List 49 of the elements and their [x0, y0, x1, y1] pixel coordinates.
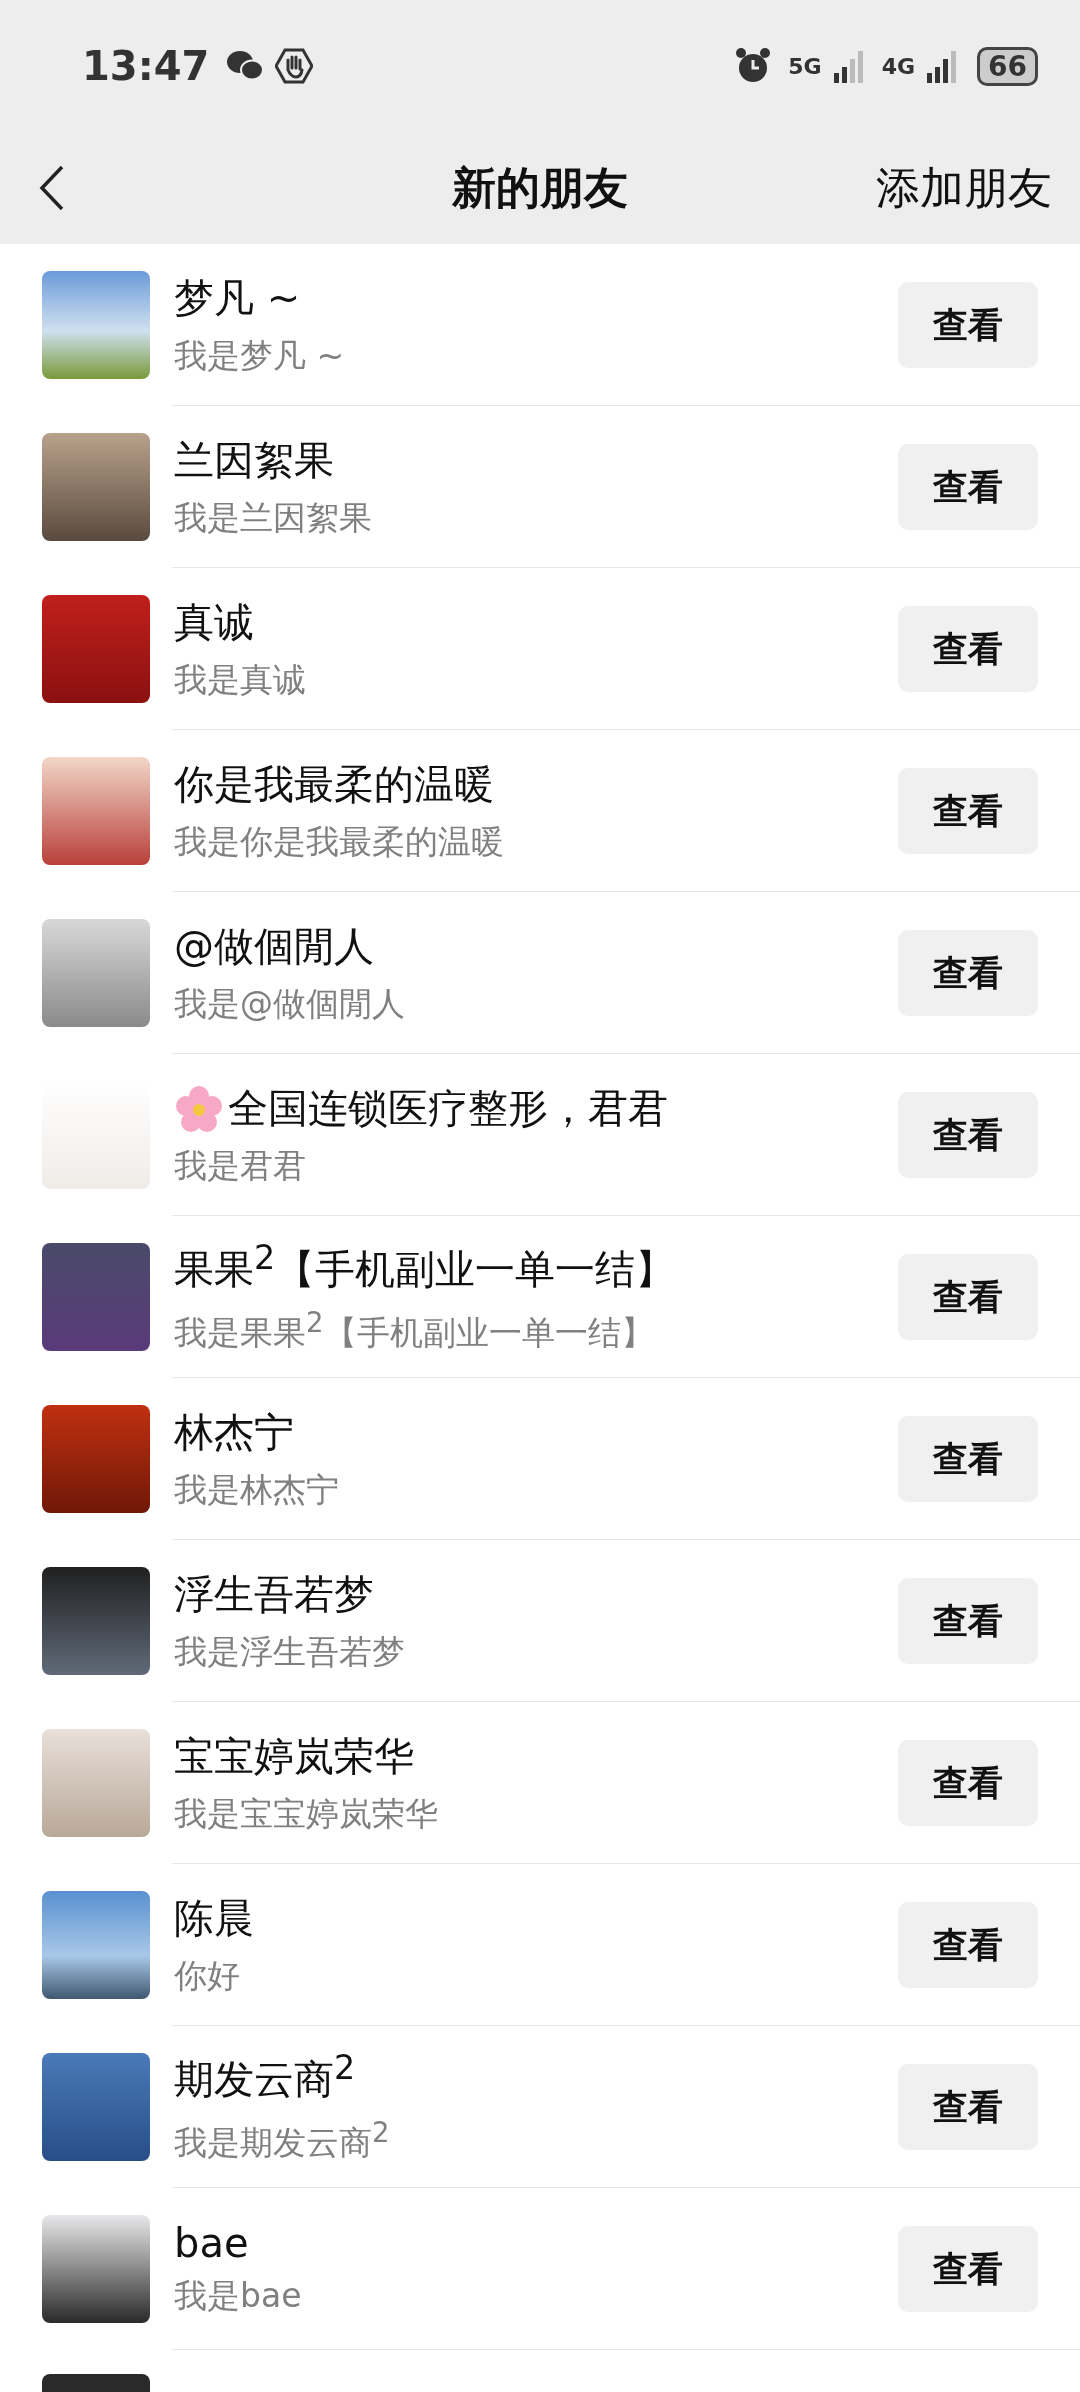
friend-message: 你好: [174, 1955, 241, 1997]
add-friends-link[interactable]: 添加朋友: [876, 158, 1052, 218]
friend-name: 浮生吾若梦: [174, 1570, 374, 1619]
friend-message: 我是君君: [174, 1145, 307, 1187]
friend-name: 你是我最柔的温暖: [174, 760, 494, 809]
friend-message: 我是@做個閒人: [174, 983, 406, 1025]
view-button[interactable]: 查看: [898, 1740, 1038, 1826]
flower-icon: [174, 1083, 224, 1134]
friend-name: 期发云商$^{2}$: [174, 2048, 356, 2105]
network-label: 5G: [788, 53, 822, 79]
friend-name: 陈晨: [174, 1894, 254, 1943]
friend-name: 兰因絮果: [174, 436, 334, 485]
view-button[interactable]: 查看: [898, 606, 1038, 692]
status-time: 13:47: [82, 43, 210, 89]
view-button[interactable]: 查看: [898, 1902, 1038, 1988]
alarm-icon: [734, 47, 773, 85]
network-label: 4G: [881, 53, 916, 79]
friend-message: 我是宝宝婷岚荣华: [174, 1793, 439, 1835]
view-button[interactable]: 查看: [898, 768, 1038, 854]
friend-message: 我是果果$^{2}$【手机副业一单一结】: [174, 1305, 655, 1354]
view-button[interactable]: 查看: [898, 282, 1038, 368]
friend-message: 我是梦凡 ~: [174, 335, 346, 377]
hand-icon: [275, 48, 314, 84]
back-icon[interactable]: [38, 164, 66, 212]
friend-name: 宝宝婷岚荣华: [174, 1732, 414, 1781]
view-button[interactable]: 查看: [898, 2064, 1038, 2150]
friend-message: 我是期发云商$^{2}$: [174, 2115, 391, 2164]
view-button[interactable]: 查看: [898, 1254, 1038, 1340]
view-button[interactable]: 查看: [898, 1578, 1038, 1664]
friend-name: 全国连锁医疗整形，君君: [228, 1084, 668, 1133]
view-button[interactable]: 查看: [898, 930, 1038, 1016]
friend-message: 我是你是我最柔的温暖: [174, 821, 505, 863]
view-button[interactable]: 查看: [898, 1092, 1038, 1178]
page-title: 新的朋友: [452, 160, 628, 215]
friend-message: 我是bae: [174, 2274, 303, 2317]
view-button[interactable]: 查看: [898, 1416, 1038, 1502]
friend-name: 果果$^{2}$【手机副业一单一结】: [174, 1238, 676, 1295]
friend-name: bae: [174, 2219, 249, 2266]
friend-message: 我是真诚: [174, 659, 307, 701]
view-button[interactable]: 查看: [898, 444, 1038, 530]
friend-name: @做個閒人: [174, 922, 374, 971]
friend-message: 我是林杰宁: [174, 1469, 340, 1511]
battery-indicator: 66: [977, 46, 1038, 86]
friend-message: 我是兰因絮果: [174, 497, 373, 539]
friend-name: 真诚: [174, 598, 254, 647]
friend-message: 我是浮生吾若梦: [174, 1631, 406, 1673]
friend-name: 梦凡 ~: [174, 274, 301, 323]
view-button[interactable]: 查看: [898, 2226, 1038, 2312]
friend-name: 林杰宁: [174, 1408, 294, 1457]
